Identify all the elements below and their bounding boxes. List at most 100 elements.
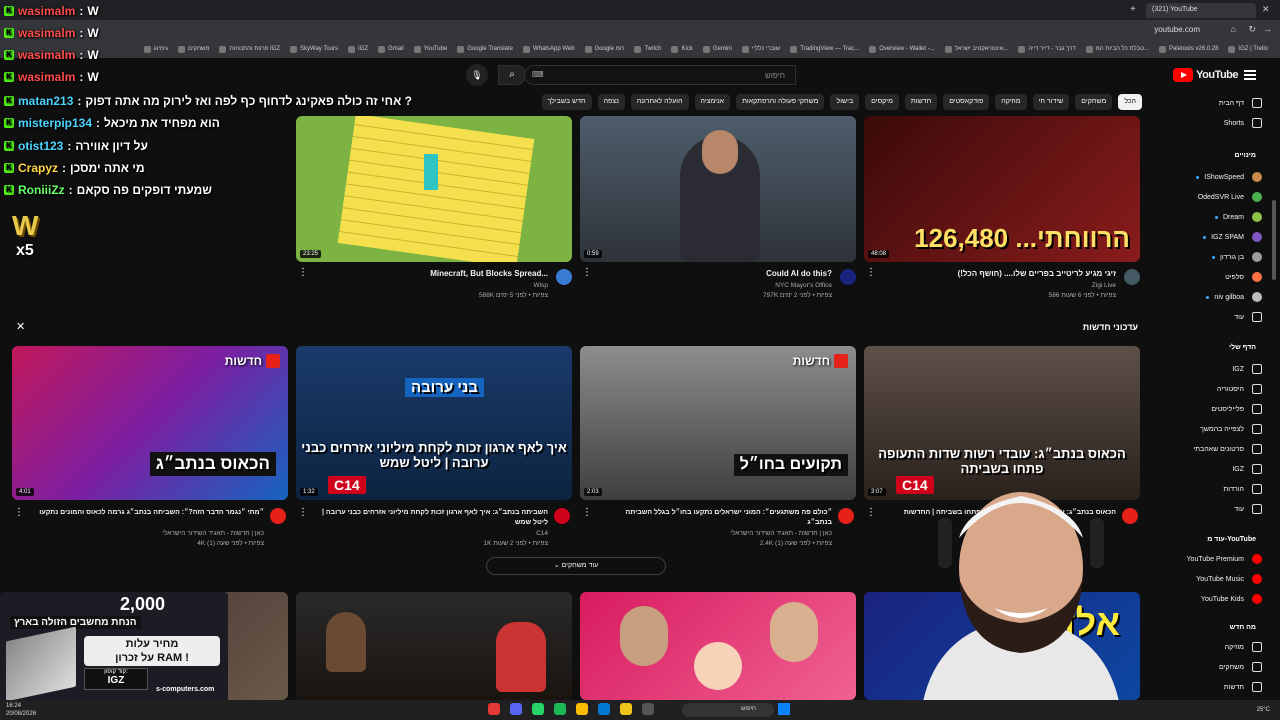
sidebar-item[interactable]: OdedSVR Live bbox=[1198, 192, 1262, 202]
menu-icon[interactable] bbox=[1244, 68, 1256, 80]
bookmark-item[interactable]: TradingView — Trac... bbox=[790, 45, 859, 53]
channel-name[interactable]: Zigi Live bbox=[1092, 282, 1116, 289]
channel-avatar[interactable] bbox=[1124, 269, 1140, 285]
bookmark-item[interactable]: שוברי כלליי bbox=[741, 45, 780, 53]
youtube-logo[interactable]: YouTube bbox=[1173, 68, 1238, 82]
back-icon[interactable]: → bbox=[1263, 24, 1272, 34]
video-thumbnail[interactable]: בני ערובה איך לאף ארגון זכות לקחת מיליוני… bbox=[296, 346, 572, 500]
bookmark-item[interactable]: Kick bbox=[671, 45, 693, 53]
video-thumbnail[interactable]: חדשות הכאוס בנתב״ג 4:01 bbox=[12, 346, 288, 500]
filter-chip[interactable]: מוזיקה bbox=[995, 94, 1027, 110]
sidebar-item[interactable]: עוד bbox=[1234, 504, 1262, 514]
browser-tab[interactable]: (321) YouTube bbox=[1146, 3, 1256, 18]
video-title[interactable]: זיגי מגיע לריטייב בפריים שלו.... (חושף ה… bbox=[958, 269, 1116, 278]
bookmark-item[interactable]: YouTube bbox=[413, 45, 447, 53]
discord-icon[interactable] bbox=[510, 703, 522, 715]
more-options-icon[interactable]: ⋮ bbox=[14, 508, 24, 518]
filter-chip[interactable]: משחקי פעולה והרפתקאות bbox=[736, 94, 825, 110]
new-tab-button[interactable]: + bbox=[1130, 4, 1136, 15]
channel-name[interactable]: כאן | חדשות - תאגיד השידור הישראלי bbox=[162, 530, 264, 537]
more-options-icon[interactable]: ⋮ bbox=[866, 268, 876, 278]
app-icon[interactable] bbox=[598, 703, 610, 715]
whatsapp-icon[interactable] bbox=[532, 703, 544, 715]
video-thumbnail[interactable] bbox=[296, 592, 572, 700]
video-title[interactable]: השביתה בנתב״ג: איך לאף ארגון זכות לקחת מ… bbox=[316, 508, 548, 528]
bookmark-item[interactable]: Gmail bbox=[378, 45, 404, 53]
video-thumbnail[interactable] bbox=[580, 592, 856, 700]
filter-chip[interactable]: חדשות bbox=[904, 94, 938, 110]
channel-avatar[interactable] bbox=[270, 508, 286, 524]
sidebar-item[interactable]: niv gilboa bbox=[1206, 292, 1262, 302]
bookmark-item[interactable]: WhatsApp Web bbox=[522, 45, 575, 53]
filter-chip[interactable]: נצפה bbox=[597, 94, 625, 110]
search-input[interactable]: חיפוש bbox=[524, 65, 796, 85]
video-title[interactable]: Could AI do this? bbox=[766, 269, 832, 278]
sidebar-item[interactable]: YouTube Kids bbox=[1201, 594, 1262, 604]
sidebar-item[interactable]: IShowSpeed bbox=[1196, 172, 1262, 182]
channel-name[interactable]: כאן | חדשות - תאגיד השידור הישראלי bbox=[730, 530, 832, 537]
sidebar-item[interactable]: IGZ SPAM bbox=[1203, 232, 1262, 242]
filter-chip[interactable]: מיקסים bbox=[865, 94, 899, 110]
sidebar-item[interactable]: משחקים bbox=[1219, 662, 1262, 672]
sidebar-item[interactable]: סלפיט bbox=[1225, 272, 1262, 282]
video-title[interactable]: ״מתי ״נגמר הדבר הזה?״: השביתה בנתב״ג גרמ… bbox=[39, 508, 264, 518]
bookmark-item[interactable]: טבלת כל הביות המ... bbox=[1085, 45, 1149, 53]
sidebar-item[interactable]: עוד bbox=[1234, 312, 1262, 322]
more-options-icon[interactable]: ⋮ bbox=[582, 268, 592, 278]
close-icon[interactable]: ✕ bbox=[16, 320, 25, 333]
bookmark-item[interactable]: Overview - Wallet -... bbox=[869, 45, 935, 53]
more-options-icon[interactable]: ⋮ bbox=[866, 508, 876, 518]
sidebar-scrollbar[interactable] bbox=[1272, 200, 1276, 280]
search-button[interactable]: ⌕ bbox=[498, 65, 526, 85]
filter-chip[interactable]: פודקאסטים bbox=[943, 94, 990, 110]
more-options-icon[interactable]: ⋮ bbox=[298, 508, 308, 518]
sidebar-item[interactable]: היסטוריה bbox=[1217, 384, 1262, 394]
sidebar-item[interactable]: סרטונים שאהבתי bbox=[1193, 444, 1262, 454]
bookmark-item[interactable]: Google רומ bbox=[584, 45, 624, 53]
filter-chip[interactable]: בישול bbox=[830, 94, 860, 110]
video-thumbnail[interactable]: 0:59 bbox=[580, 116, 856, 262]
video-thumbnail[interactable]: חדשות תקועים בחו״ל 2:03 bbox=[580, 346, 856, 500]
filter-chip[interactable]: חדש בשבילך bbox=[541, 94, 592, 110]
spotify-icon[interactable] bbox=[554, 703, 566, 715]
bookmark-item[interactable]: Google Translate bbox=[457, 45, 513, 53]
channel-avatar[interactable] bbox=[556, 269, 572, 285]
bookmark-item[interactable]: פרוות והתנוחות IGZ bbox=[219, 45, 280, 53]
sidebar-item[interactable]: מוזיקה bbox=[1225, 642, 1262, 652]
bookmark-item[interactable]: דרך גבר - דייר דייה bbox=[1018, 45, 1076, 53]
windows-start-icon[interactable] bbox=[778, 703, 790, 715]
sidebar-item[interactable]: Shorts bbox=[1224, 118, 1262, 128]
channel-avatar[interactable] bbox=[554, 508, 570, 524]
sidebar-item[interactable]: YouTube Music bbox=[1196, 574, 1262, 584]
taskbar-search[interactable]: חיפוש bbox=[682, 703, 774, 717]
app-icon[interactable] bbox=[488, 703, 500, 715]
more-options-icon[interactable]: ⋮ bbox=[582, 508, 592, 518]
sidebar-item[interactable]: חדשות bbox=[1224, 682, 1262, 692]
sidebar-item[interactable]: IGZ bbox=[1232, 364, 1262, 374]
filter-chip[interactable]: שידור חי bbox=[1032, 94, 1070, 110]
address-bar[interactable]: youtube.com ⌂ ↻ → bbox=[0, 20, 1280, 40]
sidebar-item[interactable]: דף הבית bbox=[1219, 98, 1262, 108]
bookmark-item[interactable]: גימינג bbox=[143, 45, 168, 53]
bookmark-item[interactable]: Twitch bbox=[634, 45, 661, 53]
channel-name[interactable]: C14 bbox=[536, 530, 548, 537]
show-more-button[interactable]: ⌄ עוד משחקים bbox=[486, 557, 666, 575]
bookmark-item[interactable]: אינטראקטיב ישראל... bbox=[944, 45, 1008, 53]
video-title[interactable]: ״כולם פה משתגעים״: המוני ישראלים נתקעו ב… bbox=[600, 508, 832, 528]
filter-chip[interactable]: הועלה לאחרונה bbox=[630, 94, 689, 110]
bookmark-item[interactable]: Gemini bbox=[702, 45, 732, 53]
voice-search-button[interactable]: 🎙 bbox=[466, 64, 488, 86]
refresh-icon[interactable]: ↻ bbox=[1248, 24, 1256, 35]
home-icon[interactable]: ⌂ bbox=[1231, 24, 1236, 34]
bookmark-item[interactable]: SkyWay Tours bbox=[290, 45, 338, 53]
sidebar-item[interactable]: Dream bbox=[1214, 212, 1262, 222]
file-explorer-icon[interactable] bbox=[620, 703, 632, 715]
close-window-icon[interactable]: ✕ bbox=[1262, 4, 1270, 15]
sidebar-item[interactable]: IGZ bbox=[1232, 464, 1262, 474]
filter-chip[interactable]: משחקים bbox=[1075, 94, 1113, 110]
keyboard-icon[interactable]: ⌨ bbox=[532, 70, 544, 79]
filter-chip[interactable]: אנימציה bbox=[694, 94, 731, 110]
sidebar-item[interactable]: לצפייה בהמשך bbox=[1200, 424, 1262, 434]
sidebar-item[interactable]: פלייליסטים bbox=[1211, 404, 1262, 414]
video-thumbnail[interactable]: הכאוס בנתב״ג: עובדי רשות שדות התעופה פתח… bbox=[864, 346, 1140, 500]
